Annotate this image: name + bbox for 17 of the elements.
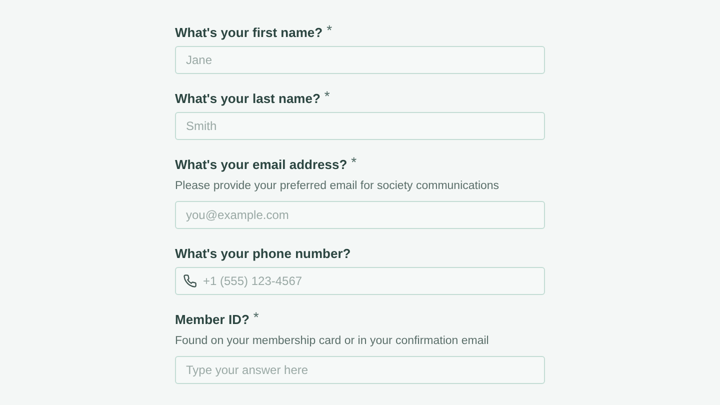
field-label: What's your last name? [175, 90, 320, 108]
phone-icon [183, 274, 197, 288]
field-label: What's your email address? [175, 156, 348, 174]
input-field[interactable]: Smith [175, 112, 545, 140]
field-label: What's your phone number? [175, 245, 351, 263]
required-mark: * [253, 311, 259, 323]
field-label: Member ID? [175, 311, 250, 329]
field-label: What's your first name? [175, 24, 323, 42]
phone-field[interactable]: +1 (555) 123-4567 [175, 267, 545, 295]
field-hint: Please provide your preferred email for society communications [175, 179, 500, 194]
input-field[interactable]: you@example.com [175, 201, 545, 229]
field-hint: Found on your membership card or in your confirmation email [175, 334, 490, 349]
required-mark: * [324, 90, 330, 102]
required-mark: * [326, 24, 332, 36]
input-field[interactable]: Jane [175, 46, 545, 74]
input-field[interactable]: Type your answer here [175, 356, 545, 384]
required-mark: * [351, 156, 357, 168]
